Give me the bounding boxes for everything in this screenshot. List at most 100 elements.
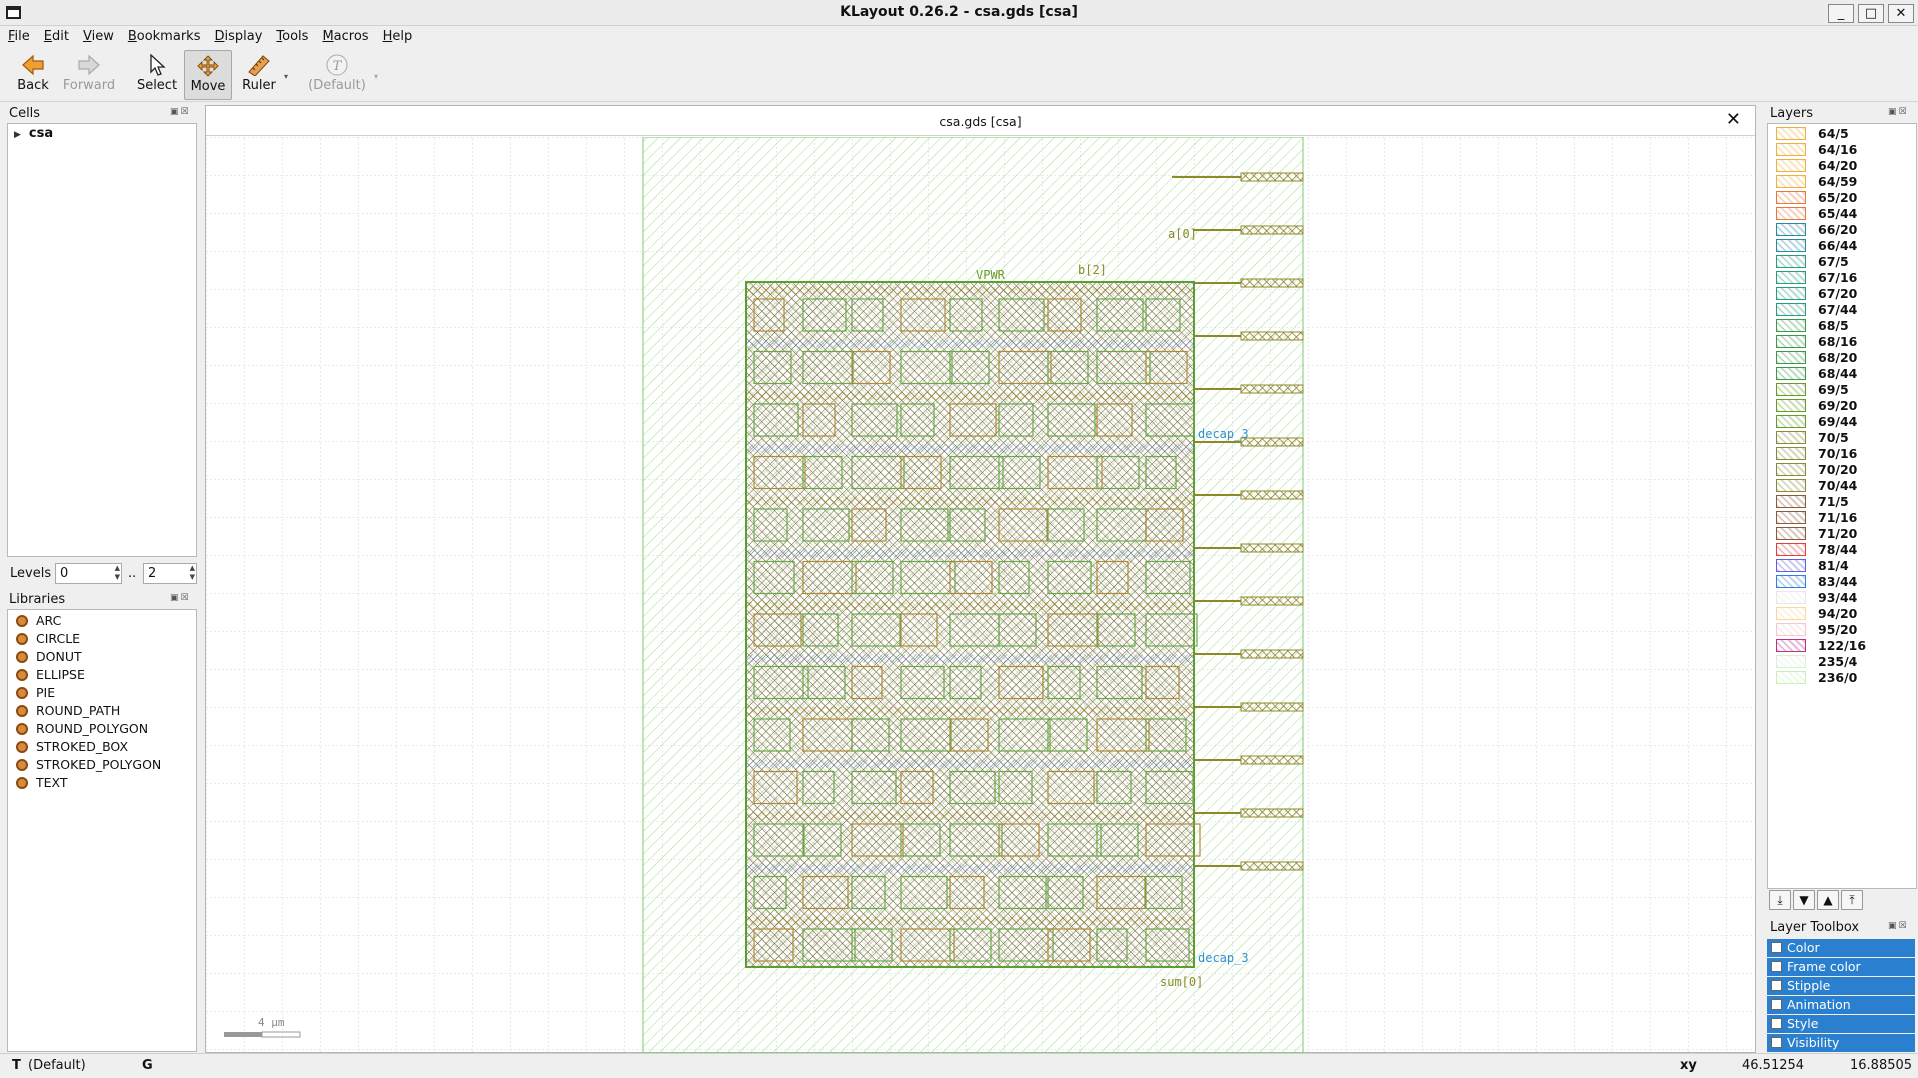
library-item[interactable]: DONUT xyxy=(16,648,82,666)
layer-item[interactable]: 65/20 xyxy=(1768,190,1918,206)
layer-item[interactable]: 68/44 xyxy=(1768,366,1918,382)
spin-arrows-icon[interactable]: ▲ ▼ xyxy=(115,564,120,582)
layer-item[interactable]: 64/59 xyxy=(1768,174,1918,190)
move-layer-up-button[interactable]: ▲ xyxy=(1817,890,1839,910)
toolbox-visibility[interactable]: Visibility xyxy=(1767,1034,1915,1052)
library-item[interactable]: ARC xyxy=(16,612,61,630)
layer-item[interactable]: 71/20 xyxy=(1768,526,1918,542)
layer-swatch-icon xyxy=(1776,175,1806,188)
layer-item[interactable]: 67/5 xyxy=(1768,254,1918,270)
move-tool[interactable]: Move xyxy=(184,50,232,100)
move-layer-down-button[interactable]: ▼ xyxy=(1793,890,1815,910)
layer-item[interactable]: 69/20 xyxy=(1768,398,1918,414)
layer-item[interactable]: 71/16 xyxy=(1768,510,1918,526)
library-item[interactable]: STROKED_POLYGON xyxy=(16,756,161,774)
layer-item[interactable]: 95/20 xyxy=(1768,622,1918,638)
library-item[interactable]: STROKED_BOX xyxy=(16,738,128,756)
power-rail xyxy=(746,759,1194,768)
menu-help[interactable]: Help xyxy=(375,26,419,46)
library-item[interactable]: ROUND_POLYGON xyxy=(16,720,148,738)
toolbox-checkbox[interactable] xyxy=(1771,999,1782,1010)
layer-item[interactable]: 78/44 xyxy=(1768,542,1918,558)
layer-item[interactable]: 69/44 xyxy=(1768,414,1918,430)
minimize-button[interactable]: _ xyxy=(1828,4,1854,23)
layer-item[interactable]: 68/20 xyxy=(1768,350,1918,366)
libraries-dock-buttons[interactable]: ▣☒ xyxy=(170,593,191,603)
cell-tree-item[interactable]: ▶ csa xyxy=(14,126,53,141)
move-layer-top-button[interactable]: ⤒ xyxy=(1841,890,1863,910)
layer-item[interactable]: 64/20 xyxy=(1768,158,1918,174)
toolbox-checkbox[interactable] xyxy=(1771,961,1782,972)
layer-item[interactable]: 67/16 xyxy=(1768,270,1918,286)
forward-button[interactable]: Forward xyxy=(62,50,116,100)
levels-from-spinbox[interactable]: 0 ▲ ▼ xyxy=(55,563,122,584)
layer-item[interactable]: 93/44 xyxy=(1768,590,1918,606)
library-item[interactable]: TEXT xyxy=(16,774,68,792)
close-view-icon[interactable]: ✕ xyxy=(1726,109,1741,130)
toolbox-dock-buttons[interactable]: ▣☒ xyxy=(1888,921,1909,931)
maximize-button[interactable]: □ xyxy=(1858,4,1884,23)
menu-display[interactable]: Display xyxy=(206,26,268,46)
select-tool[interactable]: Select xyxy=(134,50,180,100)
toolbox-checkbox[interactable] xyxy=(1771,1018,1782,1029)
layer-item[interactable]: 81/4 xyxy=(1768,558,1918,574)
layer-swatch-icon xyxy=(1776,671,1806,684)
library-item[interactable]: ELLIPSE xyxy=(16,666,85,684)
layer-item[interactable]: 66/20 xyxy=(1768,222,1918,238)
levels-to-spinbox[interactable]: 2 ▲ ▼ xyxy=(143,563,197,584)
layer-item[interactable]: 68/16 xyxy=(1768,334,1918,350)
menu-edit[interactable]: Edit xyxy=(36,26,75,46)
text-icon: T xyxy=(326,54,348,76)
layer-item[interactable]: 70/5 xyxy=(1768,430,1918,446)
layers-dock-buttons[interactable]: ▣☒ xyxy=(1888,107,1909,117)
spin-arrows-icon[interactable]: ▲ ▼ xyxy=(190,564,195,582)
move-layer-bottom-button[interactable]: ⤓ xyxy=(1769,890,1791,910)
close-window-button[interactable]: ✕ xyxy=(1888,4,1914,23)
menu-bookmarks[interactable]: Bookmarks xyxy=(120,26,207,46)
layer-item[interactable]: 67/44 xyxy=(1768,302,1918,318)
layer-item[interactable]: 65/44 xyxy=(1768,206,1918,222)
layer-item[interactable]: 68/5 xyxy=(1768,318,1918,334)
layer-item[interactable]: 67/20 xyxy=(1768,286,1918,302)
ruler-dropdown-icon[interactable]: ▾ xyxy=(284,72,288,81)
toolbox-animation[interactable]: Animation xyxy=(1767,996,1915,1014)
layer-item[interactable]: 235/4 xyxy=(1768,654,1918,670)
layout-canvas[interactable]: 4 µm VPWR a[0] b[2] decap_3 decap_3 sum[… xyxy=(206,137,1755,1053)
layer-swatch-icon xyxy=(1776,639,1806,652)
layer-item[interactable]: 70/16 xyxy=(1768,446,1918,462)
text-dropdown-icon[interactable]: ▾ xyxy=(374,72,378,81)
toolbox-style[interactable]: Style xyxy=(1767,1015,1915,1033)
toolbox-color[interactable]: Color xyxy=(1767,939,1915,957)
layer-swatch-icon xyxy=(1776,431,1806,444)
io-pin xyxy=(1240,331,1304,341)
toolbox-stipple[interactable]: Stipple xyxy=(1767,977,1915,995)
library-item[interactable]: ROUND_PATH xyxy=(16,702,120,720)
cells-dock-buttons[interactable]: ▣☒ xyxy=(170,107,191,117)
toolbox-checkbox[interactable] xyxy=(1771,1037,1782,1048)
toolbox-checkbox[interactable] xyxy=(1771,942,1782,953)
layer-item[interactable]: 70/44 xyxy=(1768,478,1918,494)
layer-item[interactable]: 66/44 xyxy=(1768,238,1918,254)
toolbox-frame-color[interactable]: Frame color xyxy=(1767,958,1915,976)
menu-tools[interactable]: Tools xyxy=(268,26,314,46)
library-item[interactable]: PIE xyxy=(16,684,55,702)
layer-item[interactable]: 64/16 xyxy=(1768,142,1918,158)
text-tool[interactable]: T (Default) xyxy=(306,50,368,100)
back-button[interactable]: Back xyxy=(10,50,56,100)
layout-view[interactable]: csa.gds [csa] ✕ 4 µm VPWR a[0] b[2] deca… xyxy=(205,105,1756,1053)
layer-item[interactable]: 122/16 xyxy=(1768,638,1918,654)
layer-item[interactable]: 69/5 xyxy=(1768,382,1918,398)
layer-item[interactable]: 236/0 xyxy=(1768,670,1918,686)
layer-item[interactable]: 83/44 xyxy=(1768,574,1918,590)
ruler-tool[interactable]: Ruler xyxy=(236,50,282,100)
library-item[interactable]: CIRCLE xyxy=(16,630,80,648)
menu-macros[interactable]: Macros xyxy=(314,26,374,46)
menu-file[interactable]: File xyxy=(0,26,36,46)
layer-item[interactable]: 94/20 xyxy=(1768,606,1918,622)
expand-arrow-icon[interactable]: ▶ xyxy=(14,130,21,140)
layer-item[interactable]: 71/5 xyxy=(1768,494,1918,510)
menu-view[interactable]: View xyxy=(75,26,120,46)
toolbox-checkbox[interactable] xyxy=(1771,980,1782,991)
layer-item[interactable]: 64/5 xyxy=(1768,126,1918,142)
layer-item[interactable]: 70/20 xyxy=(1768,462,1918,478)
